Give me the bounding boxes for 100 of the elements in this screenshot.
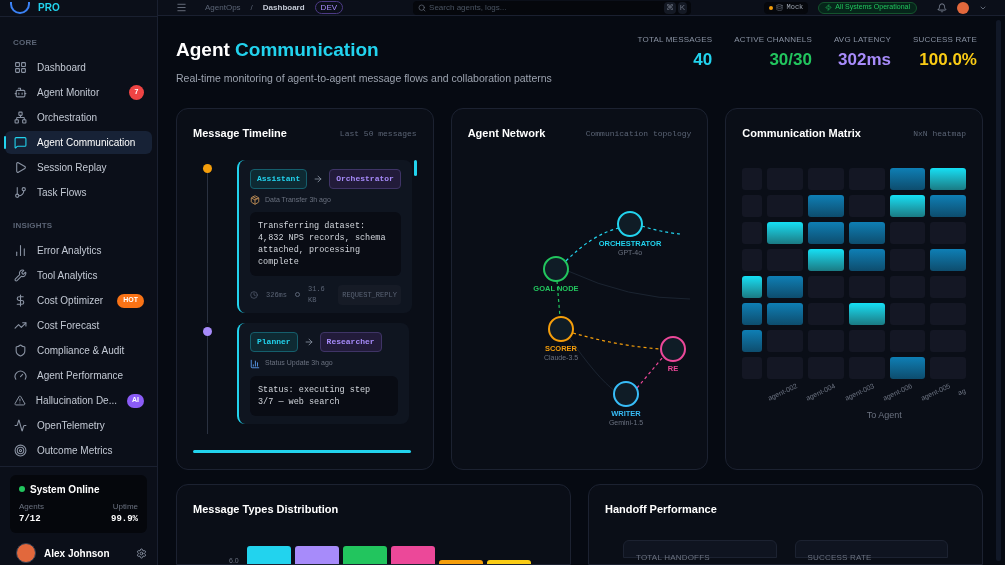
- heatmap-cell[interactable]: [848, 221, 885, 244]
- sidebar-item[interactable]: Error Analytics: [5, 239, 152, 262]
- heatmap-cell[interactable]: [930, 194, 966, 217]
- stat-value: 30/30: [769, 49, 812, 71]
- breadcrumb-current: Dashboard: [262, 1, 305, 14]
- section-heading: CORE: [12, 37, 38, 49]
- heatmap-cell[interactable]: [808, 221, 844, 244]
- stat-value: 40: [693, 49, 713, 71]
- agent-node[interactable]: [547, 315, 574, 342]
- metric-tile: TOTAL HANDOFFS: [623, 540, 777, 558]
- avatar[interactable]: [16, 543, 36, 563]
- sidebar-item[interactable]: Orchestration: [5, 106, 152, 129]
- sidebar-item[interactable]: OpenTelemetry: [5, 414, 152, 437]
- sender-tag: Assistant: [250, 168, 308, 189]
- arrow-icon: [303, 337, 314, 348]
- plan-label: PRO: [38, 3, 60, 13]
- chat-icon: [14, 136, 27, 149]
- user-name: Alex Johnson: [44, 546, 111, 561]
- stat-label: Uptime: [112, 500, 138, 513]
- sidebar-item[interactable]: Tool Analytics: [5, 264, 152, 287]
- card-hint: Last 50 messages: [339, 127, 417, 140]
- heatmap-cell[interactable]: [848, 302, 885, 325]
- stat-label: ACTIVE CHANNELS: [734, 34, 812, 46]
- package-icon: [250, 195, 260, 205]
- chart-icon: [250, 358, 260, 369]
- bar[interactable]: [342, 546, 387, 564]
- target-icon: [14, 444, 27, 457]
- stat-label: TOTAL MESSAGES: [637, 34, 713, 46]
- sidebar-item[interactable]: Agent Performance: [5, 364, 152, 387]
- notification-icon[interactable]: [937, 2, 947, 13]
- sidebar-item[interactable]: Agent Communication: [5, 131, 152, 154]
- status-text: System Online: [30, 482, 100, 497]
- agent-node[interactable]: [612, 380, 639, 407]
- stat-label: SUCCESS RATE: [912, 34, 977, 46]
- message-body: Transferring dataset: 4,832 NPS records, schema attached, processing complete: [250, 212, 401, 277]
- stat-label: AVG LATENCY: [833, 34, 891, 46]
- dollar-icon: [14, 294, 27, 307]
- page-subtitle: Real-time monitoring of agent-to-agent message flows and collaboration patterns: [176, 70, 552, 86]
- gauge-icon: [14, 369, 27, 382]
- card-hint: Communication topology: [585, 127, 692, 140]
- heatmap-cell[interactable]: [889, 356, 926, 379]
- hierarchy-icon: [14, 111, 27, 124]
- bar[interactable]: [294, 546, 339, 564]
- pulse-icon: [14, 419, 27, 432]
- sidebar-item[interactable]: Outcome Metrics: [5, 439, 152, 462]
- sidebar-item[interactable]: Cost Forecast: [5, 314, 152, 337]
- shield-icon: [14, 344, 27, 357]
- heatmap-cell[interactable]: [767, 221, 804, 244]
- horizontal-scrollbar[interactable]: [193, 450, 411, 454]
- play-icon: [14, 161, 27, 174]
- sidebar-item[interactable]: Task Flows: [5, 181, 152, 204]
- bar[interactable]: [486, 560, 531, 564]
- settings-icon[interactable]: [136, 547, 147, 559]
- card-title: Agent Network: [467, 126, 546, 142]
- avatar[interactable]: [957, 1, 969, 14]
- bolt-icon: [825, 4, 833, 11]
- receiver-tag: Orchestrator: [329, 168, 401, 189]
- shortcut-key: K: [677, 1, 688, 14]
- heatmap-cell[interactable]: [742, 275, 763, 298]
- search-icon: [418, 3, 427, 12]
- bar[interactable]: [246, 546, 291, 564]
- sidebar-item[interactable]: Session Replay: [5, 156, 152, 179]
- warning-icon: [14, 394, 26, 407]
- stat-value: 100.0%: [919, 49, 977, 71]
- heatmap-cell[interactable]: [767, 275, 804, 298]
- heatmap-cell[interactable]: [742, 302, 763, 325]
- bar[interactable]: [390, 546, 435, 564]
- card-title: Message Types Distribution: [193, 502, 340, 518]
- heatmap-cell[interactable]: [808, 194, 844, 217]
- heatmap-cell[interactable]: [889, 167, 926, 190]
- stat-value: 7/12: [19, 512, 41, 526]
- sidebar-item[interactable]: Dashboard: [5, 56, 152, 79]
- section-heading: INSIGHTS: [12, 220, 54, 232]
- heatmap-cell[interactable]: [808, 248, 844, 271]
- arrow-icon: [313, 173, 324, 184]
- heatmap-cell[interactable]: [930, 248, 966, 271]
- heatmap-cell[interactable]: [889, 194, 926, 217]
- scrollbar-thumb[interactable]: [413, 159, 417, 176]
- card-title: Message Timeline: [193, 126, 287, 142]
- stat-value: 302ms: [838, 49, 891, 71]
- heatmap-cell[interactable]: [742, 329, 763, 352]
- bar[interactable]: [438, 560, 483, 564]
- heatmap-cell[interactable]: [930, 167, 966, 190]
- sidebar-item[interactable]: Compliance & Audit: [5, 339, 152, 362]
- card-hint: NxN heatmap: [913, 127, 966, 140]
- logo-icon: [10, 2, 30, 14]
- agent-node[interactable]: [659, 335, 686, 362]
- wrench-icon: [14, 269, 27, 282]
- heatmap-cell[interactable]: [848, 248, 885, 271]
- bar-chart-icon: [14, 244, 27, 257]
- message-body: Status: executing step 3/7 — web search: [250, 375, 398, 416]
- menu-icon[interactable]: [176, 2, 187, 13]
- agent-node[interactable]: [616, 210, 643, 237]
- axis-title: To Agent: [865, 409, 903, 423]
- page-title: Agent Communication: [176, 38, 380, 62]
- card-title: Communication Matrix: [742, 126, 861, 142]
- robot-icon: [14, 86, 27, 99]
- heatmap-cell[interactable]: [767, 302, 804, 325]
- connection-line: [641, 225, 681, 235]
- agent-node[interactable]: [542, 255, 569, 282]
